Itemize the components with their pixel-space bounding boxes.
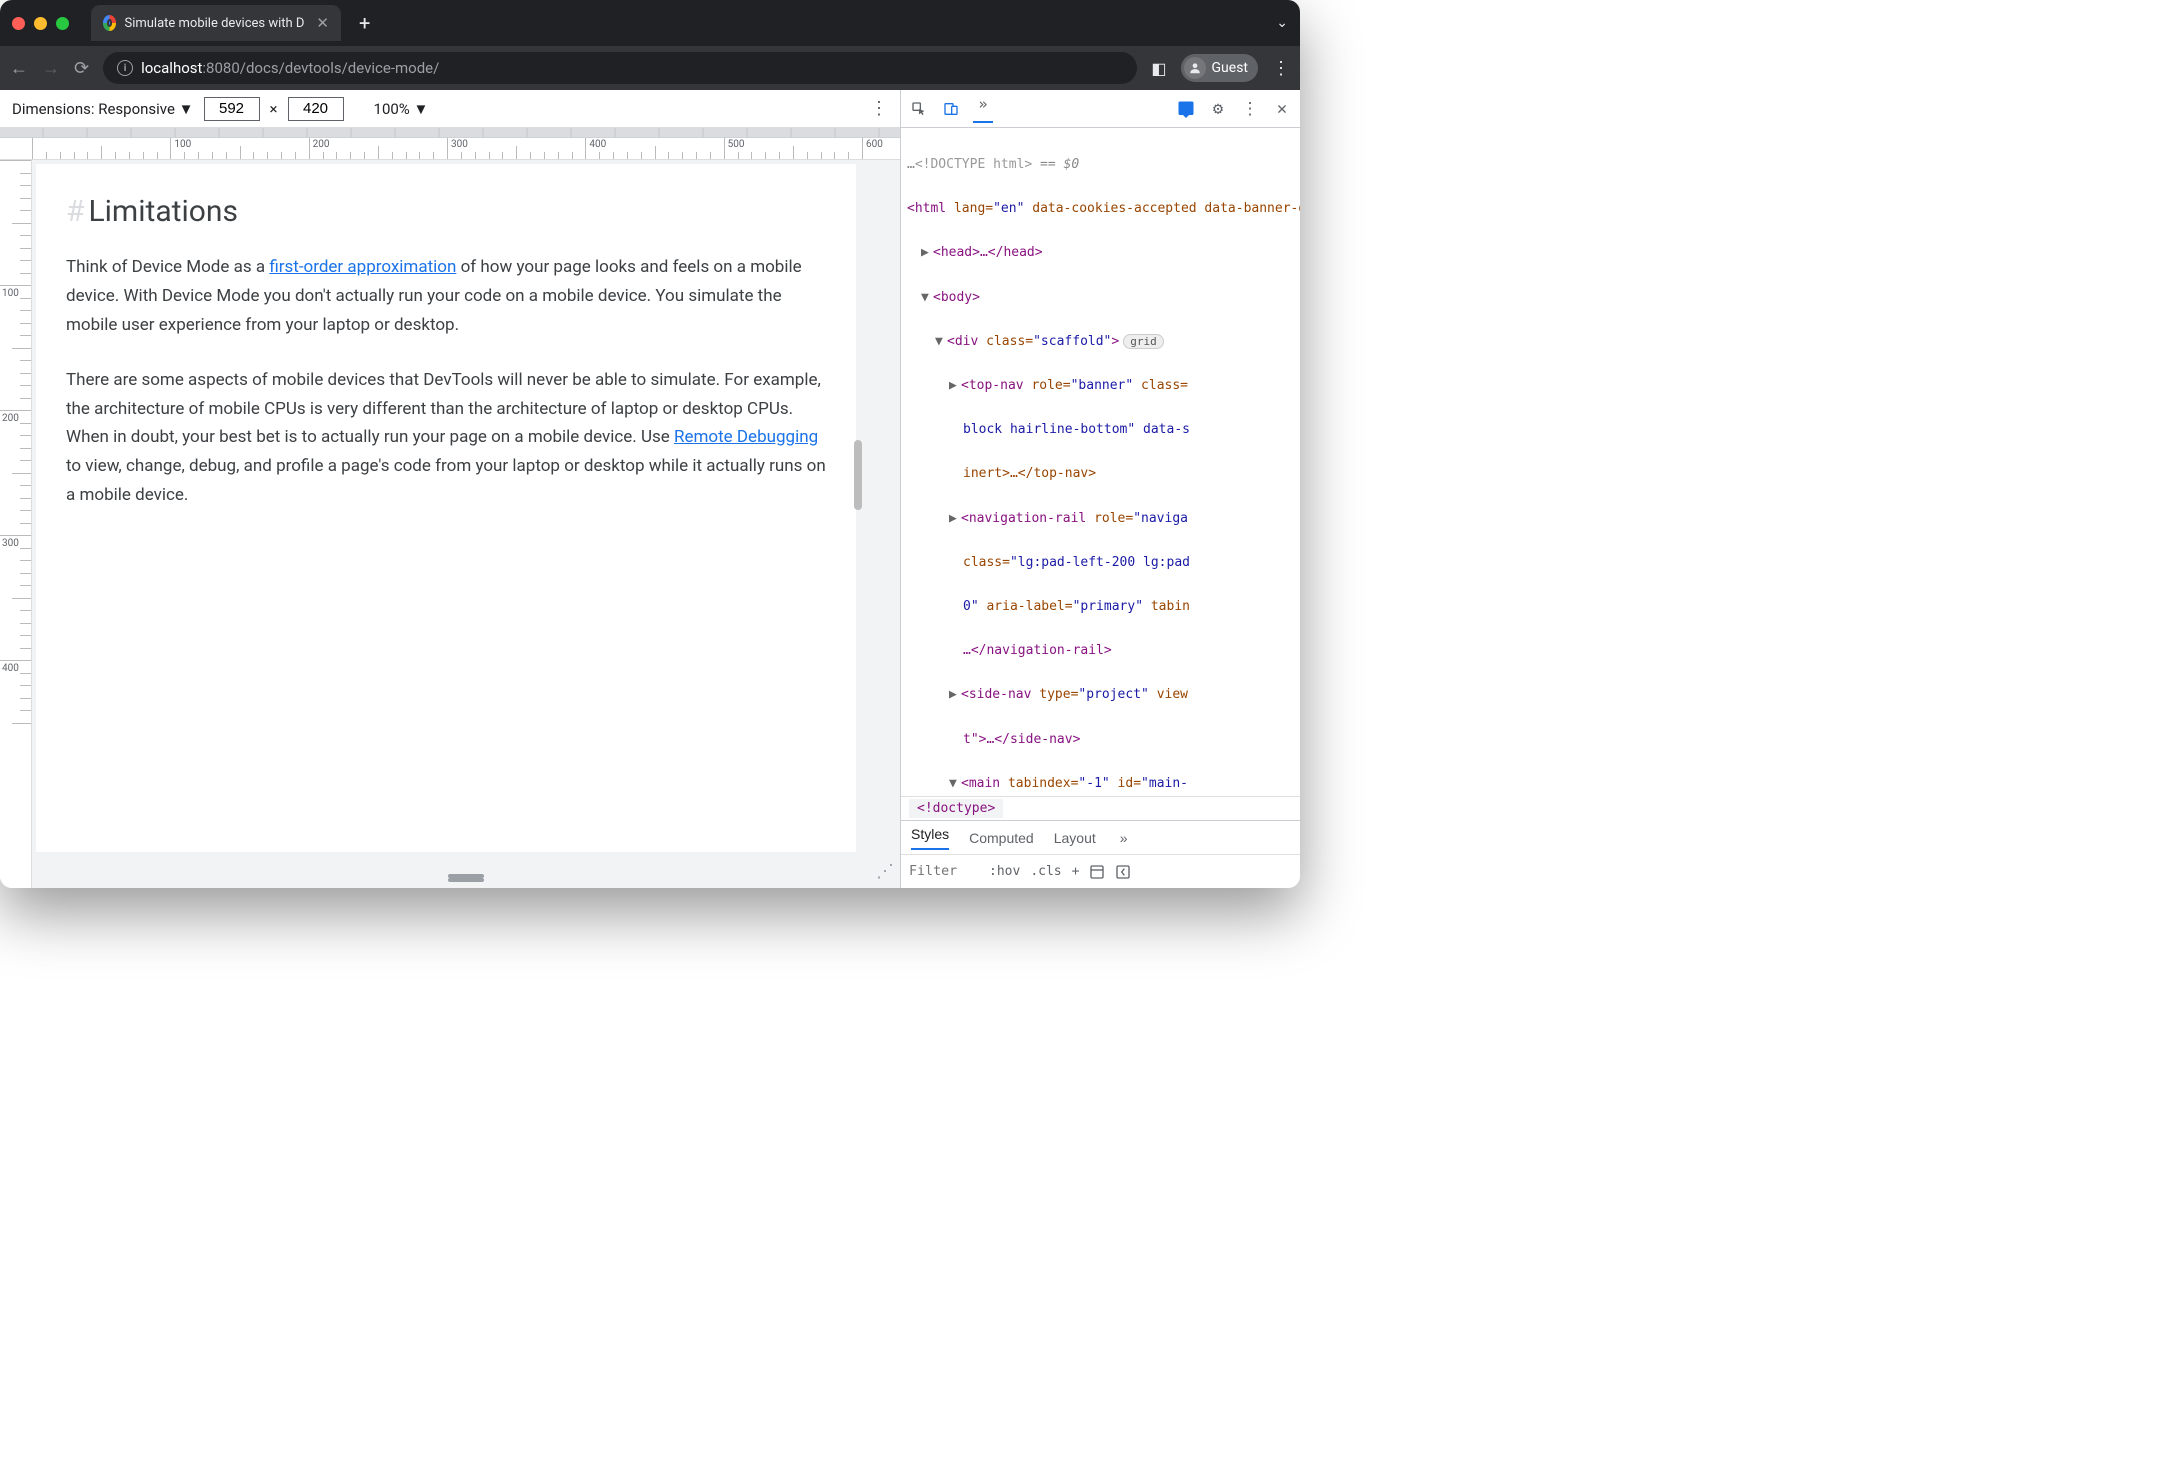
tab-layout[interactable]: Layout	[1054, 830, 1096, 846]
chrome-favicon	[103, 15, 116, 31]
url-path: /docs/devtools/device-mode/	[240, 59, 440, 77]
device-mode-pane: Dimensions: Responsive ▼ × 100% ▼ ⋮ #Lim…	[0, 90, 900, 888]
breakpoint-bar[interactable]	[0, 128, 900, 138]
simulated-viewport: #Limitations Think of Device Mode as a f…	[32, 160, 900, 888]
profile-label: Guest	[1212, 60, 1248, 76]
back-button[interactable]: ←	[10, 58, 28, 79]
height-input[interactable]	[288, 97, 344, 121]
maximize-window-button[interactable]	[56, 17, 69, 30]
new-tab-button[interactable]: +	[349, 11, 380, 35]
dimensions-times: ×	[270, 100, 278, 118]
tab-styles[interactable]: Styles	[911, 826, 949, 850]
url-host: localhost	[141, 59, 202, 77]
tab-title: Simulate mobile devices with D	[124, 16, 304, 31]
first-order-approximation-link[interactable]: first-order approximation	[269, 257, 456, 277]
dimensions-dropdown[interactable]: Dimensions: Responsive ▼	[12, 100, 194, 118]
hov-button[interactable]: :hov	[989, 864, 1020, 879]
cls-button[interactable]: .cls	[1030, 864, 1061, 879]
inspect-element-icon[interactable]	[909, 101, 929, 117]
computed-styles-icon[interactable]	[1089, 864, 1105, 880]
url-port: :8080	[202, 59, 239, 77]
browser-menu-button[interactable]: ⋮	[1272, 58, 1290, 79]
browser-tab[interactable]: Simulate mobile devices with D ✕	[91, 5, 341, 41]
resize-handle-south[interactable]	[448, 878, 484, 882]
toggle-sidebar-icon[interactable]	[1115, 864, 1131, 880]
side-panel-icon[interactable]: ◧	[1151, 59, 1166, 78]
devtools-menu-button[interactable]: ⋮	[1240, 99, 1260, 119]
forward-button[interactable]: →	[42, 58, 60, 79]
window-controls	[12, 17, 69, 30]
address-bar[interactable]: i localhost:8080/docs/devtools/device-mo…	[103, 52, 1137, 84]
tab-strip: Simulate mobile devices with D ✕ + ⌄	[0, 0, 1300, 46]
browser-toolbar: ← → ⟳ i localhost:8080/docs/devtools/dev…	[0, 46, 1300, 90]
horizontal-ruler	[0, 138, 900, 160]
heading-anchor-icon[interactable]: #	[66, 194, 84, 229]
remote-debugging-link[interactable]: Remote Debugging	[674, 427, 818, 447]
devtools-panel: » ⚙ ⋮ ✕ …<!DOCTYPE html> == $0 <html lan…	[900, 90, 1300, 888]
styles-tabstrip: Styles Computed Layout »	[901, 820, 1300, 854]
width-input[interactable]	[204, 97, 260, 121]
whats-new-icon[interactable]	[1176, 100, 1196, 118]
site-info-icon[interactable]: i	[117, 60, 133, 76]
styles-filter-input[interactable]	[909, 864, 979, 879]
more-style-tabs[interactable]: »	[1120, 830, 1128, 846]
resize-handle-corner[interactable]: ⋰	[876, 861, 894, 882]
elements-dom-tree[interactable]: …<!DOCTYPE html> == $0 <html lang="en" d…	[901, 128, 1300, 796]
device-options-button[interactable]: ⋮	[870, 98, 888, 119]
page-content[interactable]: #Limitations Think of Device Mode as a f…	[36, 164, 856, 852]
tab-computed[interactable]: Computed	[969, 830, 1034, 846]
close-devtools-button[interactable]: ✕	[1272, 99, 1292, 119]
zoom-dropdown[interactable]: 100% ▼	[374, 100, 429, 118]
grid-badge[interactable]: grid	[1123, 334, 1164, 349]
paragraph-2: There are some aspects of mobile devices…	[66, 366, 826, 510]
devtools-header: » ⚙ ⋮ ✕	[901, 90, 1300, 128]
styles-toolbar: :hov .cls +	[901, 854, 1300, 888]
tab-overflow-button[interactable]: ⌄	[1276, 15, 1288, 31]
toggle-device-icon[interactable]	[941, 101, 961, 117]
device-toolbar: Dimensions: Responsive ▼ × 100% ▼ ⋮	[0, 90, 900, 128]
page-heading: #Limitations	[66, 194, 826, 229]
close-tab-button[interactable]: ✕	[316, 14, 329, 32]
new-style-rule-button[interactable]: +	[1072, 864, 1080, 879]
dom-breadcrumb[interactable]: <!doctype>	[901, 796, 1300, 820]
vertical-ruler	[0, 160, 32, 888]
settings-icon[interactable]: ⚙	[1208, 99, 1228, 119]
paragraph-1: Think of Device Mode as a first-order ap…	[66, 253, 826, 340]
minimize-window-button[interactable]	[34, 17, 47, 30]
scrollbar-thumb[interactable]	[854, 440, 862, 510]
profile-button[interactable]: Guest	[1181, 54, 1258, 82]
reload-button[interactable]: ⟳	[74, 58, 89, 79]
more-panels-button[interactable]: »	[973, 95, 993, 123]
breadcrumb-doctype[interactable]: <!doctype>	[909, 799, 1003, 818]
close-window-button[interactable]	[12, 17, 25, 30]
avatar-icon	[1184, 57, 1206, 79]
